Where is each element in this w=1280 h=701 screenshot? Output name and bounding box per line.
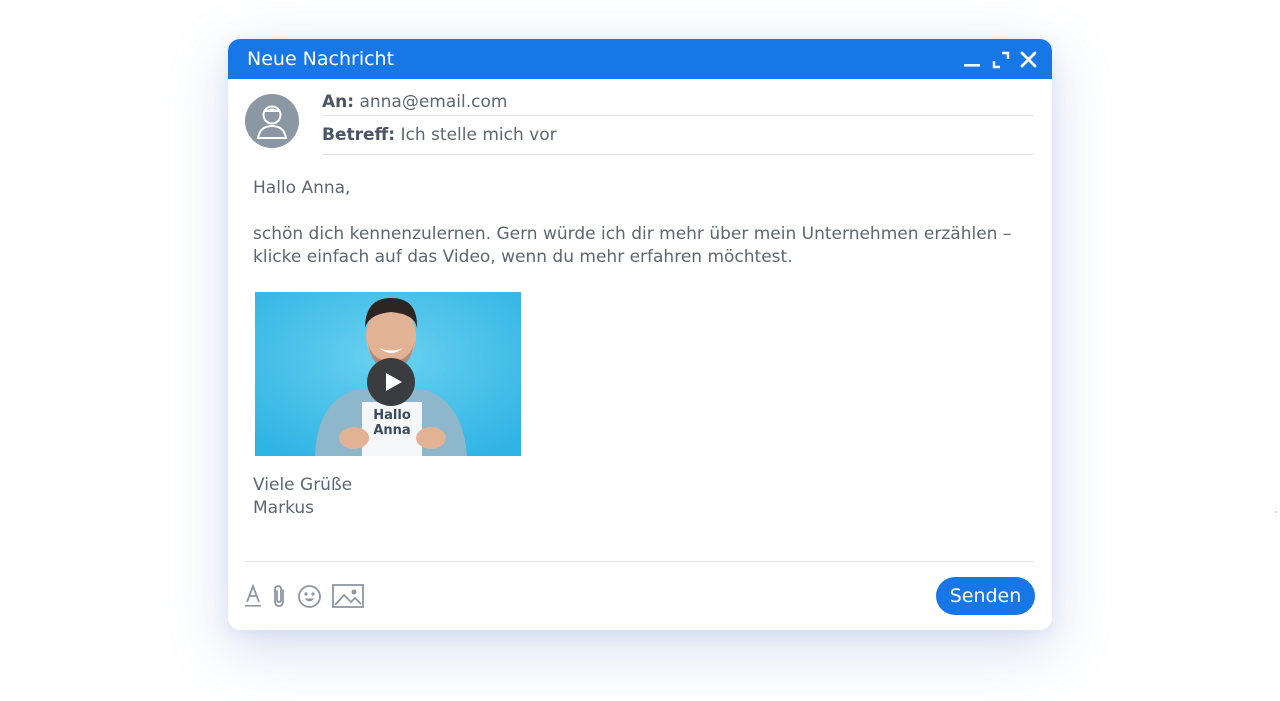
subject-label: Betreff:	[322, 125, 396, 145]
subject-value: Ich stelle mich vor	[400, 125, 557, 145]
avatar-user-icon	[245, 94, 299, 148]
to-label: An:	[322, 92, 355, 112]
to-value: anna@email.com	[359, 92, 508, 112]
message-greeting[interactable]: Hallo Anna,	[253, 177, 350, 200]
compose-window: Neue Nachricht An: anna@email.com Betref…	[228, 39, 1052, 630]
message-closing[interactable]: Viele Grüße	[253, 474, 352, 497]
title-bar: Neue Nachricht	[228, 39, 1052, 79]
play-icon[interactable]	[367, 358, 415, 406]
message-signature[interactable]: Markus	[253, 497, 314, 520]
toolbar-divider	[245, 561, 1034, 562]
expand-icon[interactable]	[990, 49, 1012, 71]
field-divider	[322, 154, 1034, 155]
text-format-icon[interactable]	[244, 583, 264, 613]
field-divider	[322, 115, 1034, 116]
close-icon[interactable]	[1018, 49, 1040, 71]
image-icon[interactable]	[332, 584, 364, 614]
sender-avatar	[245, 94, 299, 148]
message-line-1[interactable]: schön dich kennenzulernen. Gern würde ic…	[253, 223, 1011, 246]
subject-field[interactable]: Betreff: Ich stelle mich vor	[322, 125, 557, 145]
window-title: Neue Nachricht	[247, 48, 395, 70]
paperclip-icon[interactable]	[270, 584, 288, 613]
video-sign-line-1: Hallo	[373, 408, 411, 423]
send-button[interactable]: Senden	[936, 577, 1035, 615]
decorative-dot	[1275, 511, 1277, 513]
to-field[interactable]: An: anna@email.com	[322, 92, 507, 112]
video-sign-line-2: Anna	[373, 423, 411, 438]
video-thumbnail[interactable]: Hallo Anna	[255, 292, 521, 456]
minimize-icon[interactable]	[961, 49, 983, 71]
video-sign-text: Hallo Anna	[362, 408, 422, 438]
message-line-2[interactable]: klicke einfach auf das Video, wenn du me…	[253, 246, 793, 269]
emoji-icon[interactable]	[297, 584, 322, 614]
